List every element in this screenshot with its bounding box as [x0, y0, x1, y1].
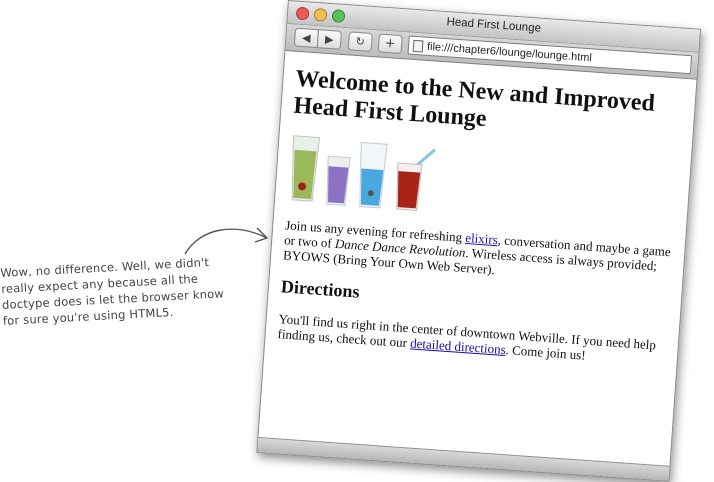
plus-icon: + — [384, 35, 397, 52]
browser-window: Head First Lounge ◀ ▶ ↻ + file:///chapte… — [256, 0, 701, 482]
forward-arrow-icon: ▶ — [324, 32, 335, 47]
document-icon — [412, 39, 424, 53]
intro-paragraph: Join us any evening for refreshing elixi… — [283, 217, 675, 289]
handwritten-annotation: Wow, no difference. Well, we didn't real… — [0, 251, 263, 329]
back-button[interactable]: ◀ — [293, 27, 320, 49]
purple-drink-icon — [326, 155, 351, 206]
page-content: Welcome to the New and Improved Head Fir… — [276, 58, 686, 382]
arrow-icon — [184, 227, 269, 255]
red-drink-icon — [396, 148, 436, 212]
reload-icon: ↻ — [355, 34, 366, 49]
green-drink-icon — [291, 135, 321, 202]
status-bar — [257, 437, 670, 481]
reload-button[interactable]: ↻ — [347, 31, 373, 52]
add-bookmark-button[interactable]: + — [377, 33, 403, 55]
back-arrow-icon: ◀ — [301, 31, 312, 45]
drinks-image — [287, 132, 681, 231]
forward-button[interactable]: ▶ — [316, 29, 342, 50]
page-title: Welcome to the New and Improved Head Fir… — [292, 65, 656, 133]
blue-drink-icon — [359, 141, 388, 209]
url-text: file:///chapter6/lounge/lounge.html — [426, 40, 593, 64]
